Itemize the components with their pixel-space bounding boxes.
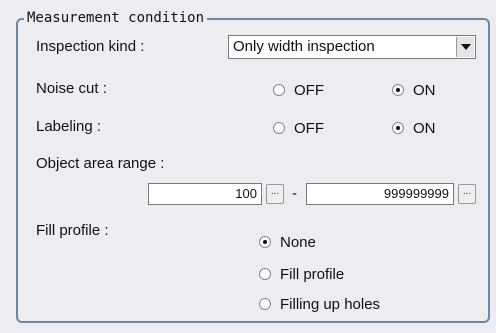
fill-profile-label: Fill profile : [36,222,109,239]
noise-cut-off-radio[interactable]: OFF [273,80,324,100]
range-separator: - [292,185,297,202]
radio-unchecked-icon [273,122,285,134]
radio-checked-icon [259,236,271,248]
radio-checked-icon [392,122,404,134]
inspection-kind-select[interactable]: Only width inspection [228,35,476,59]
group-title: Measurement condition [24,10,208,26]
inspection-kind-label: Inspection kind : [36,38,145,55]
area-min-browse-button[interactable]: ... [266,184,284,204]
fill-holes-radio[interactable]: Filling up holes [259,294,380,314]
fill-none-radio[interactable]: None [259,232,316,252]
fill-holes-label: Filling up holes [280,295,381,313]
labeling-on-label: ON [413,119,436,137]
object-area-range-label: Object area range : [36,155,165,172]
fill-profile-option-label: Fill profile [280,265,345,283]
noise-cut-on-radio[interactable]: ON [392,80,436,100]
inspection-kind-value: Only width inspection [233,38,375,55]
fill-none-label: None [280,233,316,251]
radio-checked-icon [392,84,404,96]
labeling-off-label: OFF [294,119,324,137]
fill-profile-radio[interactable]: Fill profile [259,264,344,284]
area-max-input[interactable]: 999999999 [306,183,454,205]
noise-cut-off-label: OFF [294,81,324,99]
radio-unchecked-icon [259,298,271,310]
radio-unchecked-icon [273,84,285,96]
labeling-on-radio[interactable]: ON [392,118,436,138]
noise-cut-label: Noise cut : [36,80,107,97]
labeling-off-radio[interactable]: OFF [273,118,324,138]
chevron-down-icon[interactable] [456,37,474,57]
radio-unchecked-icon [259,268,271,280]
area-max-browse-button[interactable]: ... [458,184,476,204]
area-min-input[interactable]: 100 [148,183,262,205]
labeling-label: Labeling : [36,118,102,135]
noise-cut-on-label: ON [413,81,436,99]
